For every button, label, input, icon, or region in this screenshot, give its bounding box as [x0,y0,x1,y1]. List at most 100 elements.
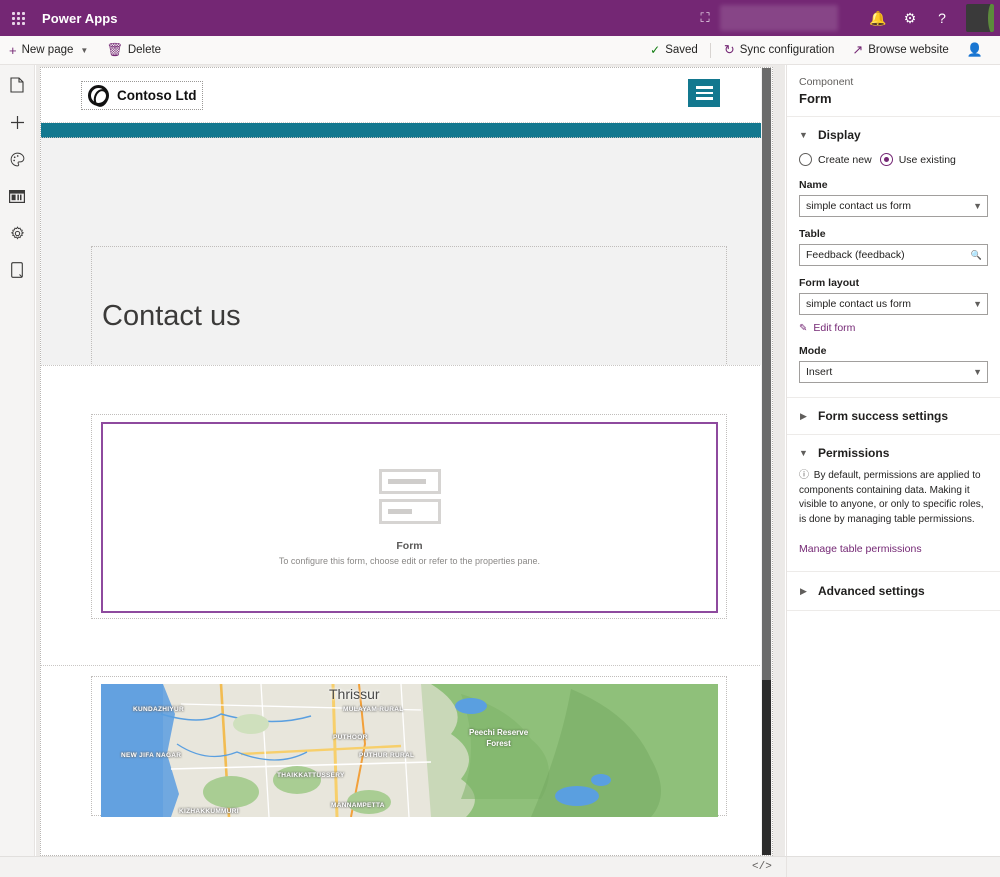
new-page-button[interactable]: + New page ▼ [0,36,97,65]
edit-form-link[interactable]: ✎ Edit form [799,322,988,334]
waffle-grid-icon[interactable] [0,0,36,36]
canvas-scrollbar-track-lower[interactable] [762,680,771,855]
page-title: Contact us [102,299,241,332]
pane-title: Form [799,91,832,106]
app-title: Power Apps [42,10,118,26]
refresh-icon: ↻ [723,42,735,57]
help-icon[interactable]: ? [926,0,958,36]
search-icon: 🔍 [970,249,982,260]
map-place-label: MULAYAM RURAL [343,706,404,713]
name-value: simple contact us form [806,200,912,212]
map-place-label: KIZHAKKUMMURI [179,808,239,815]
top-app-bar: Power Apps ⛶ 🔔 ⚙ ? [0,0,1000,36]
site-logo[interactable]: Contoso Ltd [81,80,204,110]
code-editor-icon[interactable]: </> [752,861,772,873]
info-icon: ⓘ [799,470,809,481]
sidebar-item-pages[interactable] [3,73,31,97]
pane-kicker: Component [799,76,854,88]
display-section-label: Display [818,128,861,142]
hamburger-menu-icon[interactable] [688,79,720,107]
form-source-radio-group: Create new Use existing [799,153,988,166]
permissions-header[interactable]: ▼ Permissions [787,435,1000,469]
gear-icon[interactable]: ⚙ [894,0,926,36]
chevron-down-icon: ▼ [973,201,982,211]
delete-button[interactable]: 🗑 Delete [97,36,170,65]
hero-text-block[interactable]: Contact us [91,246,727,365]
permissions-note: ⓘ By default, permissions are applied to… [799,469,988,527]
sidebar-item-settings[interactable] [3,221,31,245]
radio-create-new[interactable]: Create new [799,153,872,166]
map-component[interactable]: Thrissur KUNDAZHIYUR MULAYAM RURAL NEW J… [101,684,718,817]
left-rail [0,65,35,877]
sidebar-item-data[interactable] [3,184,31,208]
map-section-container[interactable]: Thrissur KUNDAZHIYUR MULAYAM RURAL NEW J… [91,676,727,817]
form-success-settings-header[interactable]: ▶ Form success settings [787,398,1000,434]
advanced-settings-header[interactable]: ▶ Advanced settings [787,572,1000,610]
form-placeholder-title: Form [396,540,423,552]
mode-dropdown[interactable]: Insert ▼ [799,361,988,383]
trash-icon: 🗑 [106,42,123,57]
form-layout-dropdown[interactable]: simple contact us form ▼ [799,293,988,315]
radio-use-existing[interactable]: Use existing [879,153,956,166]
canvas-area: Contoso Ltd Contact us Form To configure… [36,65,785,856]
form-layout-label: Form layout [799,277,860,289]
plus-icon: + [9,42,17,58]
mode-value: Insert [806,366,833,378]
sync-configuration-button[interactable]: ↻ Sync configuration [715,36,844,65]
mode-label: Mode [799,345,827,357]
avatar[interactable] [966,4,994,32]
delete-label: Delete [127,44,162,56]
chevron-down-icon: ▼ [973,367,982,377]
form-placeholder-icon [378,469,441,524]
canvas-scrollbar[interactable] [761,68,772,855]
map-place-label: NEW JIFA NAGAR [121,752,182,759]
advanced-settings-section: ▶ Advanced settings [787,572,1000,611]
topbar-right-group: ⛶ 🔔 ⚙ ? [690,0,1000,36]
pencil-icon: ✎ [799,322,808,334]
map-place-label: THAIKKATTUSSERY [277,772,345,779]
chevron-right-icon: ▶ [800,585,807,596]
display-section-header[interactable]: ▼ Display [787,117,1000,151]
site-nav-band[interactable] [41,123,772,138]
environment-icon[interactable]: ⛶ [690,10,720,26]
bell-icon[interactable]: 🔔 [862,0,894,36]
name-dropdown[interactable]: simple contact us form ▼ [799,195,988,217]
sidebar-item-mobile-preview[interactable] [3,258,31,282]
checkmark-icon: ✓ [650,43,661,57]
form-section-container[interactable]: Form To configure this form, choose edit… [91,414,727,619]
map-place-label: KUNDAZHIYUR [133,706,184,713]
form-section[interactable]: Form To configure this form, choose edit… [41,366,772,666]
form-component[interactable]: Form To configure this form, choose edit… [101,422,718,613]
form-success-settings-section: ▶ Form success settings [787,398,1000,435]
sidebar-item-styling[interactable] [3,147,31,171]
page-canvas[interactable]: Contoso Ltd Contact us Form To configure… [40,67,773,856]
environment-name-chip[interactable] [720,5,838,31]
hero-section[interactable]: Contact us [41,138,772,366]
chevron-right-icon: ▶ [800,410,807,421]
table-value: Feedback (feedback) [806,249,905,261]
form-placeholder-subtitle: To configure this form, choose edit or r… [278,556,541,566]
radio-create-new-label: Create new [818,153,872,166]
browse-website-label: Browse website [868,44,949,56]
permissions-body: ⓘ By default, permissions are applied to… [787,469,1000,571]
share-button[interactable]: 👤 [958,36,992,65]
map-place-label: PUTHUR RURAL [359,752,415,759]
table-lookup-input[interactable]: Feedback (feedback) 🔍 [799,244,988,266]
map-place-label: MANNAMPETTA [331,802,385,809]
sidebar-item-add[interactable] [3,110,31,134]
browse-website-button[interactable]: ↗ Browse website [843,36,957,65]
advanced-settings-label: Advanced settings [818,584,925,598]
sync-configuration-label: Sync configuration [739,44,835,56]
form-success-settings-label: Form success settings [818,409,949,423]
site-header-section[interactable]: Contoso Ltd [41,68,772,123]
canvas-scrollbar-thumb[interactable] [762,68,771,680]
bottom-bar-pane-area [786,857,1000,877]
saved-status: ✓ Saved [642,43,706,57]
radio-dot-selected [879,153,893,166]
chevron-down-icon: ▼ [799,130,808,140]
map-section[interactable]: Thrissur KUNDAZHIYUR MULAYAM RURAL NEW J… [41,666,772,826]
name-label: Name [799,179,828,191]
bottom-status-bar: </> [0,856,1000,877]
manage-table-permissions-link[interactable]: Manage table permissions [799,543,922,555]
share-person-icon: 👤 [966,42,983,57]
